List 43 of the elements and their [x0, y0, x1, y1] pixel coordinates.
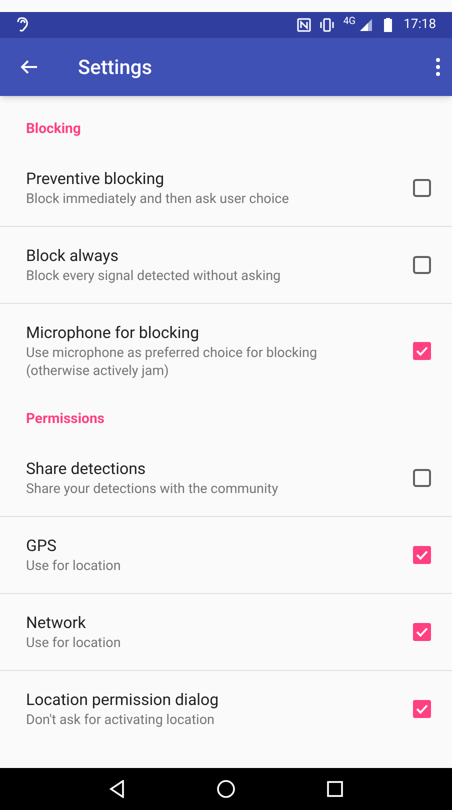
- clock: 17:18: [404, 16, 436, 34]
- item-summary: Don't ask for activating location: [26, 711, 216, 729]
- settings-item[interactable]: Preventive blocking Block immediately and then ask user choice: [0, 150, 452, 227]
- app-bar-title: Settings: [78, 54, 152, 81]
- item-title: Network: [26, 612, 87, 634]
- back-arrow-icon[interactable]: [20, 59, 38, 75]
- item-summary: Share your detections with the community: [26, 480, 280, 498]
- settings-item[interactable]: Block always Block every signal detected without asking: [0, 227, 452, 304]
- item-title: Preventive blocking: [26, 168, 166, 190]
- item-summary: Block immediately and then ask user choice: [26, 190, 290, 208]
- item-summary: Use for location: [26, 557, 122, 575]
- item-title: Block always: [26, 245, 120, 267]
- recent-apps-icon[interactable]: [326, 781, 343, 797]
- item-title: Location permission dialog: [26, 689, 220, 711]
- nfc-icon: [297, 18, 312, 32]
- checkbox[interactable]: [412, 341, 432, 361]
- item-summary: Use microphone as preferred choice for blocking (otherwise actively jam): [26, 344, 318, 380]
- settings-item[interactable]: GPS Use for location: [0, 517, 452, 594]
- vibrate-icon: [319, 18, 336, 32]
- settings-item[interactable]: Location permission dialog Don't ask for activating location: [0, 671, 452, 747]
- signal-icon: [360, 19, 372, 31]
- network-type: 4G: [343, 14, 356, 28]
- item-summary: Block every signal detected without asking: [26, 267, 282, 285]
- checkbox[interactable]: [412, 178, 432, 198]
- checkbox[interactable]: [412, 699, 432, 719]
- settings-item[interactable]: Share detections Share your detections with the community: [0, 440, 452, 517]
- item-summary: Use for location: [26, 634, 122, 652]
- checkbox[interactable]: [412, 255, 432, 275]
- battery-icon: [384, 18, 392, 32]
- settings-item[interactable]: Network Use for location: [0, 594, 452, 671]
- settings-item[interactable]: Microphone for blocking Use microphone as preferred choice for blocking (otherwise actively jam): [0, 304, 452, 398]
- back-icon[interactable]: [109, 780, 126, 798]
- checkbox[interactable]: [412, 545, 432, 565]
- item-title: Share detections: [26, 458, 147, 480]
- checkbox[interactable]: [412, 468, 432, 488]
- item-title: GPS: [26, 535, 58, 557]
- section-header: Blocking: [26, 121, 81, 137]
- hearing-icon: [16, 17, 30, 33]
- more-options-icon[interactable]: [436, 58, 440, 76]
- item-title: Microphone for blocking: [26, 322, 200, 344]
- checkbox[interactable]: [412, 622, 432, 642]
- home-icon[interactable]: [216, 779, 236, 799]
- section-header: Permissions: [26, 411, 104, 427]
